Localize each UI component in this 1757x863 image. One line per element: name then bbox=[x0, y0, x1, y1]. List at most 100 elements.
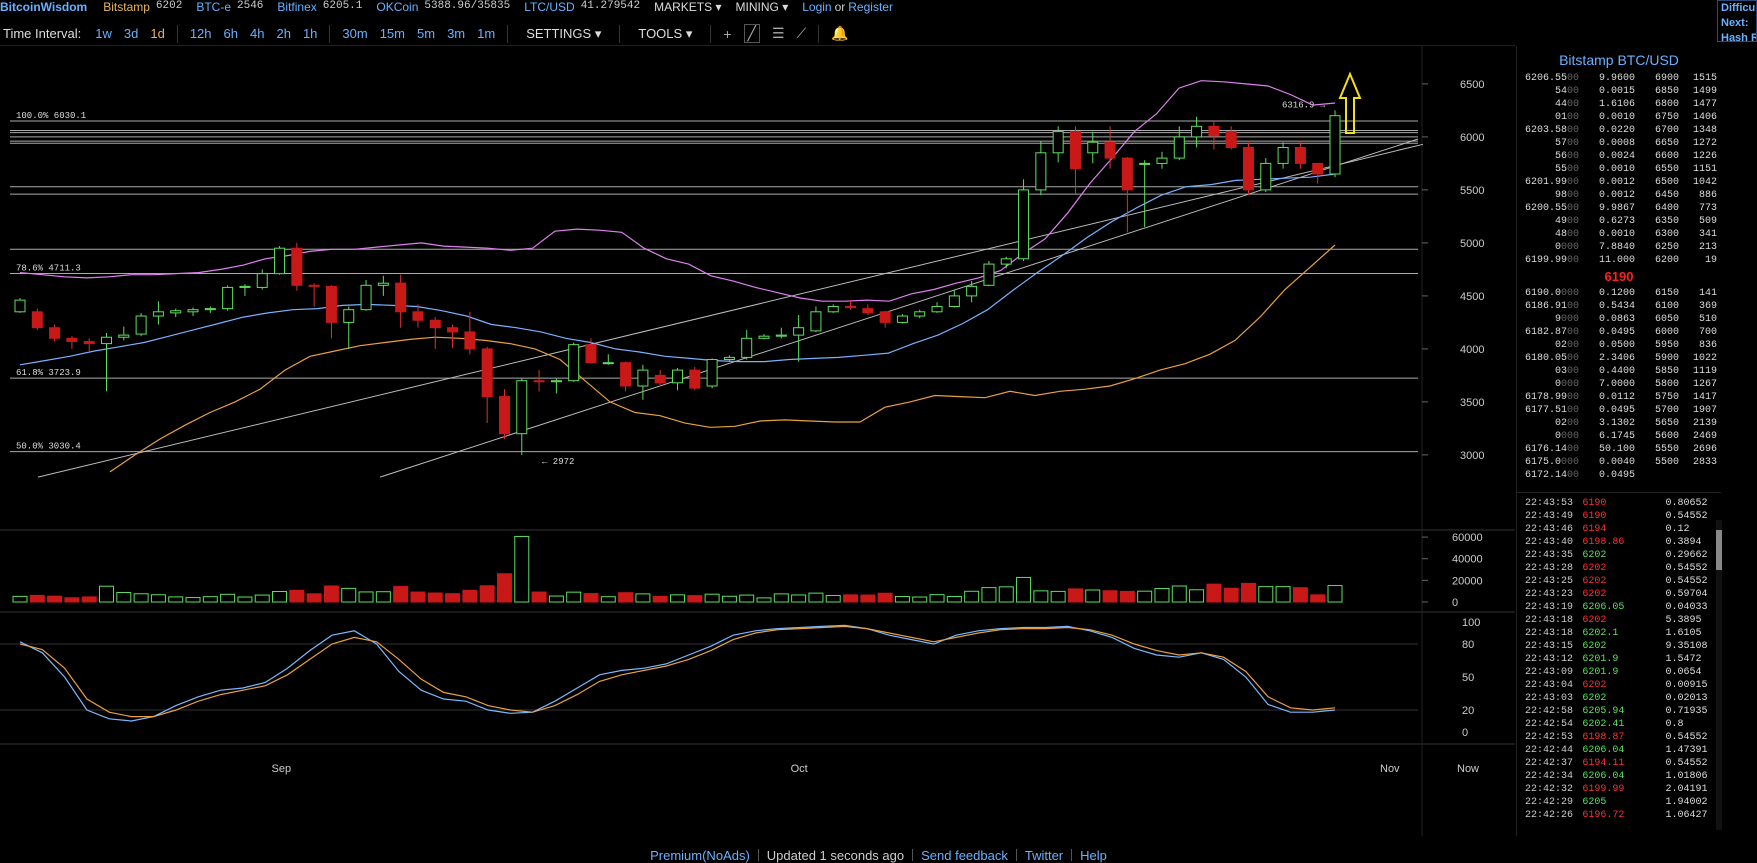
book-price-main: 6203.58 bbox=[1524, 125, 1567, 136]
book-sum: 1022 bbox=[1692, 353, 1717, 364]
book-price: 6186.9100 bbox=[1517, 300, 1579, 313]
book-amount: 1.6106 bbox=[1598, 99, 1635, 110]
book-price-tail: 00 bbox=[1566, 138, 1579, 149]
book-amount: 50.100 bbox=[1598, 444, 1635, 455]
interval-1w[interactable]: 1w bbox=[95, 26, 112, 41]
register-link[interactable]: Register bbox=[848, 0, 893, 14]
premium-link[interactable]: Premium(NoAds) bbox=[650, 848, 750, 863]
interval-3d[interactable]: 3d bbox=[124, 26, 138, 41]
trades-scrollbar[interactable] bbox=[1716, 520, 1722, 830]
ticker-exchange[interactable]: Bitstamp bbox=[103, 0, 150, 14]
bell-icon[interactable]: 🔔 bbox=[831, 25, 848, 42]
trade-amount: 1.01806 bbox=[1665, 771, 1708, 782]
interval-1h[interactable]: 1h bbox=[303, 26, 317, 41]
divider bbox=[1071, 849, 1073, 861]
scrollbar-thumb[interactable] bbox=[1716, 530, 1722, 570]
candle-body bbox=[360, 284, 372, 311]
trade-price: 6198.86 bbox=[1582, 537, 1625, 548]
book-price-tail: 00 bbox=[1566, 190, 1579, 201]
ticker-exchange[interactable]: OKCoin bbox=[376, 0, 418, 14]
chart-annotation: ← 2972 bbox=[542, 457, 574, 467]
book-amount: 0.0495 bbox=[1598, 405, 1635, 416]
volume-bar bbox=[358, 591, 374, 603]
book-price: 5400 bbox=[1517, 85, 1579, 98]
line-tool-icon[interactable]: ╱ bbox=[743, 24, 760, 43]
interval-30m[interactable]: 30m bbox=[342, 26, 367, 41]
trade-amount: 5.3895 bbox=[1665, 615, 1702, 626]
candle-body bbox=[1018, 189, 1030, 260]
candle-body bbox=[862, 308, 874, 314]
candle-body bbox=[1052, 131, 1064, 154]
feedback-link[interactable]: Send feedback bbox=[921, 848, 1008, 863]
volume-bar bbox=[843, 594, 859, 603]
trade-amount: 0.29662 bbox=[1665, 550, 1708, 561]
candle-body bbox=[775, 334, 787, 337]
candle-body bbox=[152, 311, 164, 317]
fib-tool-icon[interactable]: ☰ bbox=[772, 25, 785, 42]
interval-4h[interactable]: 4h bbox=[250, 26, 264, 41]
ask-row: 5600 0.0024 6600 1226 bbox=[1517, 150, 1721, 163]
candle-body bbox=[429, 319, 441, 329]
candle-body bbox=[204, 308, 216, 311]
volume-bar bbox=[220, 593, 236, 603]
book-sum: 2696 bbox=[1692, 444, 1717, 455]
book-sum: 836 bbox=[1698, 340, 1717, 351]
bid-row: 0000 7.0000 5800 1267 bbox=[1517, 378, 1721, 391]
volume-bar bbox=[375, 591, 391, 603]
book-amount: 0.0012 bbox=[1598, 177, 1635, 188]
candle-body bbox=[568, 344, 580, 382]
interval-2h[interactable]: 2h bbox=[276, 26, 290, 41]
top-bar: BitcoinWisdom Bitstamp 6202 BTC-e 2546 Bitfi… bbox=[0, 0, 1757, 14]
interval-1m[interactable]: 1m bbox=[477, 26, 495, 41]
book-level: 5700 bbox=[1654, 405, 1679, 416]
book-price-main: 6206.55 bbox=[1524, 73, 1567, 84]
twitter-link[interactable]: Twitter bbox=[1025, 848, 1063, 863]
interval-12h[interactable]: 12h bbox=[190, 26, 212, 41]
trend-tool-icon[interactable]: ⟋ bbox=[797, 25, 807, 42]
trade-row: 22:43:23 6202 0.59704 bbox=[1517, 588, 1721, 601]
volume-tick-label: 40000 bbox=[1452, 554, 1483, 566]
settings-menu[interactable]: SETTINGS ▾ bbox=[526, 26, 601, 42]
orderbook-panel: Bitstamp BTC/USD 6206.5500 9.9600 6900 1515… bbox=[1516, 46, 1721, 836]
trade-time: 22:43:53 bbox=[1525, 498, 1574, 509]
ticker-exchange[interactable]: LTC/USD bbox=[524, 0, 574, 14]
trade-row: 22:43:03 6202 0.02013 bbox=[1517, 692, 1721, 705]
login-link[interactable]: Login bbox=[802, 0, 831, 14]
trade-time: 22:43:49 bbox=[1525, 511, 1574, 522]
candle-body bbox=[101, 336, 113, 345]
mining-menu[interactable]: MINING ▾ bbox=[736, 0, 789, 14]
tools-menu[interactable]: TOOLS ▾ bbox=[638, 26, 692, 42]
markets-menu[interactable]: MARKETS ▾ bbox=[654, 0, 721, 14]
interval-6h[interactable]: 6h bbox=[224, 26, 238, 41]
volume-bar bbox=[1327, 585, 1343, 603]
price-chart[interactable]: 30003500400045005000550060006500100.0% 6… bbox=[0, 46, 1515, 836]
interval-1d[interactable]: 1d bbox=[150, 26, 164, 41]
book-amount: 0.6273 bbox=[1598, 216, 1635, 227]
book-amount: 9.9600 bbox=[1598, 73, 1635, 84]
candle-body bbox=[654, 374, 666, 384]
help-link[interactable]: Help bbox=[1080, 848, 1107, 863]
book-price-tail: 000 bbox=[1560, 379, 1579, 390]
interval-5m[interactable]: 5m bbox=[417, 26, 435, 41]
price-tick-label: 5000 bbox=[1460, 238, 1484, 250]
trade-amount: 0.0654 bbox=[1665, 667, 1702, 678]
divider bbox=[507, 24, 509, 43]
book-sum: 141 bbox=[1698, 288, 1717, 299]
trade-row: 22:42:29 6205 1.94002 bbox=[1517, 796, 1721, 809]
ticker-exchange[interactable]: Bitfinex bbox=[277, 0, 316, 14]
candle-body bbox=[1121, 157, 1133, 191]
ticker-value: 6202 bbox=[155, 0, 183, 12]
crosshair-icon[interactable]: + bbox=[723, 26, 731, 42]
volume-bar bbox=[12, 595, 28, 603]
difficulty-box[interactable]: Difficu Next: Hash R bbox=[1717, 0, 1757, 42]
volume-tick-label: 0 bbox=[1452, 597, 1458, 609]
site-logo[interactable]: BitcoinWisdom bbox=[0, 0, 87, 14]
ticker-exchange[interactable]: BTC-e bbox=[196, 0, 231, 14]
interval-15m[interactable]: 15m bbox=[380, 26, 405, 41]
or-text: or bbox=[834, 0, 846, 14]
ticker-value: 5388.96/35835 bbox=[424, 0, 511, 12]
interval-3m[interactable]: 3m bbox=[447, 26, 465, 41]
trade-row: 22:43:25 6202 0.54552 bbox=[1517, 575, 1721, 588]
candle-body bbox=[222, 286, 234, 310]
ticker-value: 6205.1 bbox=[322, 0, 363, 12]
